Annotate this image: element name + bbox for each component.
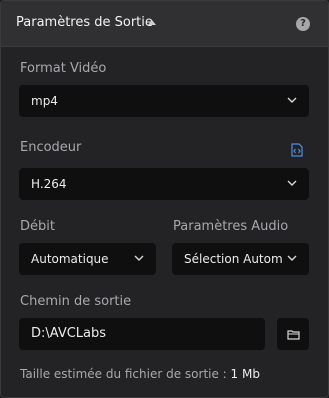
folder-icon: [287, 330, 300, 340]
bitrate-dropdown[interactable]: Automatique: [19, 243, 156, 275]
output-path-label: Chemin de sortie: [20, 294, 132, 309]
audio-settings-label: Paramètres Audio: [173, 219, 289, 234]
bitrate-value: Automatique: [31, 252, 109, 266]
estimated-size-label: Taille estimée du fichier de sortie :: [20, 367, 231, 381]
video-format-label: Format Vidéo: [20, 61, 107, 76]
panel-header[interactable]: Paramètres de Sortie ?: [1, 1, 328, 47]
output-path-input[interactable]: D:\AVCLabs: [19, 318, 265, 350]
encoder-dropdown[interactable]: H.264: [19, 168, 309, 200]
output-settings-panel: Paramètres de Sortie ? Format Vidéo mp4 …: [0, 0, 329, 398]
panel-title: Paramètres de Sortie: [16, 15, 153, 30]
collapse-arrow-icon[interactable]: [148, 20, 156, 25]
audio-settings-dropdown[interactable]: Sélection Automatique: [172, 243, 309, 275]
chevron-down-icon: [287, 179, 297, 187]
browse-folder-button[interactable]: [277, 318, 309, 350]
code-settings-icon[interactable]: [290, 142, 304, 157]
estimated-size-text: Taille estimée du fichier de sortie : 1 …: [20, 367, 260, 381]
video-format-dropdown[interactable]: mp4: [19, 85, 309, 117]
chevron-down-icon: [134, 254, 144, 262]
video-format-value: mp4: [31, 94, 58, 108]
audio-settings-value: Sélection Automatique: [184, 252, 282, 266]
bitrate-label: Débit: [20, 219, 55, 234]
help-icon[interactable]: ?: [296, 17, 310, 31]
chevron-down-icon: [287, 96, 297, 104]
chevron-down-icon: [287, 254, 297, 262]
encoder-label: Encodeur: [20, 140, 82, 155]
audio-value-clip: Sélection Automatique: [172, 243, 282, 275]
output-path-value: D:\AVCLabs: [31, 326, 107, 341]
encoder-value: H.264: [31, 177, 67, 191]
estimated-size-value: 1 Mb: [230, 367, 260, 381]
